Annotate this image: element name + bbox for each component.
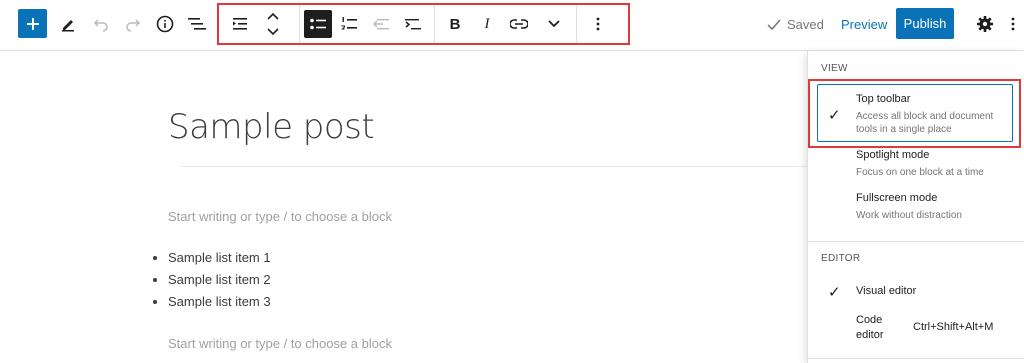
- list-view-button[interactable]: [181, 8, 213, 40]
- list-item[interactable]: Sample list item 2: [168, 271, 271, 293]
- menu-item-spotlight-mode[interactable]: Spotlight mode Focus on one block at a t…: [808, 149, 1024, 183]
- check-icon: ✓: [828, 284, 841, 301]
- list-block[interactable]: Sample list item 1 Sample list item 2 Sa…: [148, 249, 271, 315]
- numbered-list-icon: [341, 17, 357, 30]
- visual-editor-label: Visual editor: [856, 285, 917, 297]
- link-button[interactable]: [505, 10, 533, 38]
- chevron-down-icon: [548, 20, 560, 28]
- menu-item-visual-editor[interactable]: ✓ Visual editor: [808, 281, 1024, 303]
- editor-header: B I Saved Preview Publish: [0, 0, 1024, 51]
- undo-icon: [93, 19, 108, 32]
- italic-button[interactable]: I: [473, 10, 501, 38]
- tools-button[interactable]: [52, 8, 84, 40]
- post-title[interactable]: Sample post: [168, 107, 375, 147]
- saved-status: Saved: [767, 17, 824, 32]
- bulleted-list-button[interactable]: [304, 10, 332, 38]
- more-rich-text-button[interactable]: [540, 10, 568, 38]
- fullscreen-desc: Work without distraction: [856, 210, 962, 221]
- preview-button[interactable]: Preview: [841, 17, 887, 32]
- title-divider: [180, 166, 807, 167]
- undo-button[interactable]: [85, 8, 117, 40]
- list-view-icon: [188, 18, 206, 30]
- bulleted-list-icon: [310, 18, 326, 30]
- block-placeholder[interactable]: Start writing or type / to choose a bloc…: [168, 336, 392, 351]
- more-options-icon: [596, 17, 600, 31]
- pencil-icon: [62, 20, 74, 32]
- saved-label: Saved: [787, 17, 824, 32]
- redo-icon: [126, 19, 141, 32]
- check-icon: [767, 19, 781, 30]
- numbered-list-button[interactable]: [335, 10, 363, 38]
- block-options-button[interactable]: [584, 10, 612, 38]
- view-heading: VIEW: [821, 63, 848, 74]
- settings-button[interactable]: [971, 10, 999, 38]
- block-toolbar: B I: [217, 3, 630, 45]
- code-editor-label-line1: Code: [856, 314, 883, 326]
- bold-button[interactable]: B: [441, 10, 469, 38]
- menu-item-code-editor[interactable]: Code editor Ctrl+Shift+Alt+M: [808, 312, 1024, 346]
- code-editor-shortcut: Ctrl+Shift+Alt+M: [913, 321, 994, 333]
- annotation-highlight: [808, 79, 1021, 148]
- details-button[interactable]: [149, 8, 181, 40]
- more-vertical-icon: [1011, 17, 1015, 31]
- move-up-down-icon: [267, 12, 279, 36]
- menu-divider: [808, 358, 1024, 359]
- list-item[interactable]: Sample list item 3: [168, 293, 271, 315]
- redo-button[interactable]: [117, 8, 149, 40]
- info-icon: [156, 15, 174, 33]
- menu-divider: [808, 241, 1024, 242]
- editor-heading: EDITOR: [821, 253, 861, 264]
- plus-icon: [26, 17, 39, 30]
- code-editor-label-line2: editor: [856, 329, 884, 341]
- menu-item-fullscreen-mode[interactable]: Fullscreen mode Work without distraction: [808, 192, 1024, 226]
- block-type-button[interactable]: [228, 10, 256, 38]
- indent-icon: [405, 19, 421, 30]
- outdent-button[interactable]: [367, 10, 395, 38]
- spotlight-desc: Focus on one block at a time: [856, 167, 984, 178]
- indent-button[interactable]: [399, 10, 427, 38]
- outdent-icon: [373, 19, 389, 30]
- fullscreen-label: Fullscreen mode: [856, 192, 938, 204]
- publish-button[interactable]: Publish: [896, 8, 954, 39]
- list-indent-icon: [233, 18, 247, 30]
- block-placeholder[interactable]: Start writing or type / to choose a bloc…: [168, 209, 392, 224]
- list-item[interactable]: Sample list item 1: [168, 249, 271, 271]
- gear-icon: [977, 16, 993, 32]
- spotlight-label: Spotlight mode: [856, 149, 930, 161]
- add-block-button[interactable]: [18, 9, 47, 38]
- move-block-button[interactable]: [259, 10, 287, 38]
- options-menu-button[interactable]: [1006, 10, 1020, 38]
- link-icon: [510, 19, 528, 29]
